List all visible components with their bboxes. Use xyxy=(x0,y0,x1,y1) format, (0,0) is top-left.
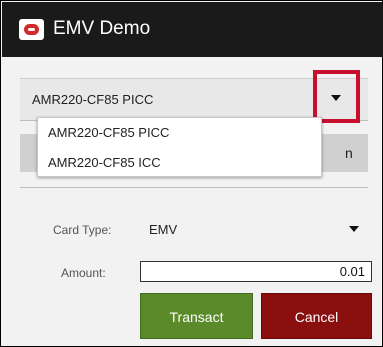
caret-down-icon xyxy=(349,226,359,232)
dropdown-option-icc[interactable]: AMR220-CF85 ICC xyxy=(38,148,321,178)
divider xyxy=(20,187,368,188)
reader-dropdown-list: AMR220-CF85 PICC AMR220-CF85 ICC xyxy=(37,117,322,177)
reader-spinner-value: AMR220-CF85 PICC xyxy=(32,92,154,107)
caret-down-icon xyxy=(331,95,341,101)
transact-button[interactable]: Transact xyxy=(140,293,253,339)
amount-field[interactable] xyxy=(140,261,372,282)
reader-app-icon xyxy=(19,19,44,40)
partially-hidden-button-label: n xyxy=(345,145,353,161)
app-title: EMV Demo xyxy=(53,18,151,39)
card-type-value: EMV xyxy=(149,222,178,237)
title-bar: EMV Demo xyxy=(2,2,383,57)
reader-spinner[interactable]: AMR220-CF85 PICC xyxy=(20,70,368,123)
card-type-label: Card Type: xyxy=(53,223,112,237)
reader-spinner-dropdown-button[interactable] xyxy=(313,70,360,123)
amount-label: Amount: xyxy=(61,266,106,280)
cancel-button[interactable]: Cancel xyxy=(261,293,372,339)
card-type-spinner[interactable]: EMV xyxy=(139,211,371,248)
dropdown-option-picc[interactable]: AMR220-CF85 PICC xyxy=(38,118,321,148)
app-window: EMV Demo AMR220-CF85 PICC n AMR220-CF85 … xyxy=(0,0,383,347)
